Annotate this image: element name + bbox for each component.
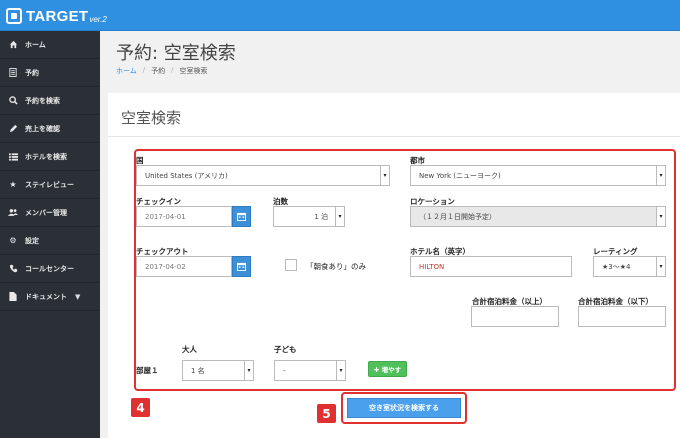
gear-icon: ⚙ bbox=[9, 236, 17, 245]
city-value: New York (ニューヨーク) bbox=[419, 171, 501, 180]
search-card: 空室検索 国 United States (アメリカ) ▾ 都市 New Yor… bbox=[108, 93, 680, 438]
total-min-input[interactable] bbox=[471, 306, 559, 327]
sidebar-item-label: ドキュメント bbox=[25, 292, 67, 301]
card-title: 空室検索 bbox=[121, 109, 182, 127]
sidebar-item-stay-review[interactable]: ★ ステイレビュー bbox=[0, 171, 100, 199]
sidebar-item-sales[interactable]: 売上を確認 bbox=[0, 115, 100, 143]
select-arrow-icon: ▾ bbox=[380, 166, 389, 185]
sidebar-item-label: 設定 bbox=[25, 236, 39, 245]
nights-value: 1 泊 bbox=[314, 212, 328, 221]
location-value: （１２月１日開始予定） bbox=[419, 212, 496, 221]
children-select[interactable]: - ▾ bbox=[274, 360, 346, 381]
adults-label: 大人 bbox=[182, 345, 197, 354]
checkout-date-input[interactable]: 2017-04-02 bbox=[136, 256, 232, 277]
rating-select[interactable]: ★3〜★4 ▾ bbox=[593, 256, 666, 277]
logo-icon bbox=[6, 8, 22, 24]
sidebar-item-members[interactable]: メンバー管理 bbox=[0, 199, 100, 227]
list-icon bbox=[8, 152, 18, 162]
sidebar-item-label: ホーム bbox=[25, 40, 46, 49]
select-arrow-icon: ▾ bbox=[656, 257, 665, 276]
breadcrumb-separator: / bbox=[171, 66, 174, 74]
calendar-icon[interactable] bbox=[232, 206, 251, 227]
checkin-date-input[interactable]: 2017-04-01 bbox=[136, 206, 232, 227]
breadcrumb-reservation: 予約 bbox=[151, 67, 166, 75]
checkin-value: 2017-04-01 bbox=[145, 212, 186, 221]
room-label: 部屋１ bbox=[136, 366, 159, 375]
children-label: 子ども bbox=[274, 345, 297, 354]
pencil-icon bbox=[8, 124, 18, 134]
sidebar-item-label: ホテルを検索 bbox=[25, 152, 67, 161]
city-select[interactable]: New York (ニューヨーク) ▾ bbox=[410, 165, 666, 186]
document-icon bbox=[8, 68, 18, 78]
rating-value: ★3〜★4 bbox=[602, 262, 631, 271]
logo-text: TARGET bbox=[26, 7, 89, 25]
adults-select[interactable]: 1 名 ▾ bbox=[182, 360, 254, 381]
annotation-badge-4: 4 bbox=[131, 398, 150, 417]
nights-select[interactable]: 1 泊 ▾ bbox=[273, 206, 345, 227]
app-logo[interactable]: TARGET ver.2 bbox=[6, 6, 107, 26]
sidebar-item-label: 予約 bbox=[25, 68, 39, 77]
breakfast-checkbox[interactable] bbox=[285, 259, 297, 271]
sidebar-item-label: コールセンター bbox=[25, 264, 74, 273]
sidebar-item-label: ステイレビュー bbox=[25, 180, 74, 189]
calendar-icon[interactable] bbox=[232, 256, 251, 277]
children-value: - bbox=[283, 366, 286, 375]
sidebar: ホーム 予約 予約を検索 売上を確認 ホテルを検索 ★ ステイレビュー メンバー… bbox=[0, 31, 100, 438]
sidebar-item-call-center[interactable]: コールセンター bbox=[0, 255, 100, 283]
hotel-name-value: HILTON bbox=[419, 262, 445, 271]
annotation-badge-5: 5 bbox=[317, 404, 336, 423]
search-icon bbox=[8, 96, 18, 106]
search-availability-button[interactable]: 空き室状況を検索する bbox=[347, 398, 461, 418]
divider bbox=[108, 136, 680, 137]
sidebar-item-label: メンバー管理 bbox=[25, 208, 67, 217]
page-title: 予約: 空室検索 bbox=[116, 43, 236, 64]
sidebar-item-home[interactable]: ホーム bbox=[0, 31, 100, 59]
top-bar: TARGET ver.2 bbox=[0, 0, 680, 31]
country-select[interactable]: United States (アメリカ) ▾ bbox=[136, 165, 390, 186]
users-icon bbox=[8, 208, 18, 218]
sidebar-item-documents[interactable]: ドキュメント ▼ bbox=[0, 283, 100, 311]
logo-version: ver.2 bbox=[89, 14, 107, 24]
breadcrumb-home-link[interactable]: ホーム bbox=[116, 66, 137, 76]
sidebar-item-label: 予約を検索 bbox=[25, 96, 60, 105]
file-icon bbox=[8, 292, 18, 302]
breadcrumb-separator: / bbox=[142, 66, 146, 74]
sidebar-item-settings[interactable]: ⚙ 設定 bbox=[0, 227, 100, 255]
add-room-button[interactable]: ✚ 増やす bbox=[368, 361, 407, 377]
total-max-input[interactable] bbox=[578, 306, 666, 327]
adults-value: 1 名 bbox=[191, 366, 205, 375]
phone-icon bbox=[8, 264, 18, 274]
star-icon: ★ bbox=[9, 180, 17, 189]
select-arrow-icon: ▾ bbox=[656, 207, 665, 226]
search-button-highlight: 空き室状況を検索する bbox=[341, 392, 467, 424]
checkout-value: 2017-04-02 bbox=[145, 262, 186, 271]
select-arrow-icon: ▾ bbox=[335, 207, 344, 226]
sidebar-item-reservation[interactable]: 予約 bbox=[0, 59, 100, 87]
chevron-down-icon: ▼ bbox=[75, 292, 81, 301]
select-arrow-icon: ▾ bbox=[336, 361, 345, 380]
sidebar-item-hotel-search[interactable]: ホテルを検索 bbox=[0, 143, 100, 171]
breakfast-label: 「朝食あり」のみ bbox=[306, 262, 366, 271]
sidebar-item-label: 売上を確認 bbox=[25, 124, 60, 133]
breadcrumb: ホーム / 予約 / 空室検索 bbox=[116, 66, 208, 76]
location-select[interactable]: （１２月１日開始予定） ▾ bbox=[410, 206, 666, 227]
country-value: United States (アメリカ) bbox=[145, 171, 228, 180]
breadcrumb-current: 空室検索 bbox=[179, 67, 208, 75]
home-icon bbox=[8, 40, 18, 50]
hotel-name-input[interactable]: HILTON bbox=[410, 256, 572, 277]
main-content: 予約: 空室検索 ホーム / 予約 / 空室検索 空室検索 国 United S… bbox=[100, 31, 680, 438]
sidebar-item-search-reservation[interactable]: 予約を検索 bbox=[0, 87, 100, 115]
select-arrow-icon: ▾ bbox=[656, 166, 665, 185]
select-arrow-icon: ▾ bbox=[244, 361, 253, 380]
